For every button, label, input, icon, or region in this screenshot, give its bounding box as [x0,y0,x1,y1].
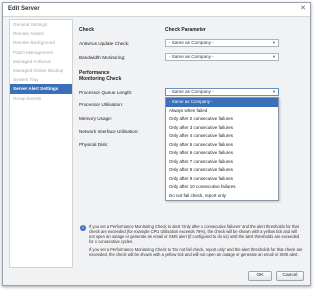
sidebar-item-group-events[interactable]: Group Events [10,94,72,103]
info-icon: i [80,225,86,231]
sidebar-item-remote-background[interactable]: Remote Background [10,38,72,47]
dropdown-option[interactable]: Only after 10 consecutive failures [166,183,278,192]
chevron-down-icon: ▼ [272,89,276,94]
antivirus-update-check-label: Antivirus Update Check: [79,41,130,46]
check-column-header: Check [79,27,95,33]
processor-utilisation-label: Processor Utilisation: [79,102,124,107]
sidebar-item-managed-online-backup[interactable]: Managed Online Backup [10,66,72,75]
antivirus-update-check-value: - Same as Company - [169,40,214,45]
info-note: i If you set a Performance Monitoring Ch… [79,224,303,263]
dialog-title: Edit Server [8,6,40,12]
sidebar-item-system-tray[interactable]: System Tray [10,75,72,84]
dropdown-option[interactable]: Only after 9 consecutive failures [166,175,278,184]
edit-server-dialog: Edit Server ✕ General Settings Remote As… [2,2,311,286]
dropdown-option[interactable]: - Same as Company - [166,98,278,107]
dropdown-option[interactable]: Only after 2 consecutive failures [166,115,278,124]
ok-button[interactable]: OK [248,271,272,281]
dropdown-option[interactable]: Only after 6 consecutive failures [166,149,278,158]
sidebar-item-server-alert-settings[interactable]: Server Alert Settings [10,84,72,94]
sidebar: General Settings Remote Assets Remote Ba… [9,19,73,268]
title-bar: Edit Server ✕ [3,3,310,17]
close-icon[interactable]: ✕ [300,5,306,13]
bandwidth-monitoring-label: Bandwidth Monitoring: [79,55,126,60]
antivirus-update-check-select[interactable]: - Same as Company - ▼ [165,39,279,47]
processor-queue-length-select[interactable]: - Same as Company - ▼ [165,88,279,96]
network-interface-utilisation-label: Network Interface Utilisation: [79,129,139,134]
physical-disk-label: Physical Disk: [79,142,109,147]
chevron-down-icon: ▼ [272,40,276,45]
processor-queue-length-value: - Same as Company - [169,89,214,94]
bandwidth-monitoring-value: - Same as Company - [169,54,214,59]
cancel-button[interactable]: Cancel [276,271,304,281]
dropdown-option[interactable]: Only after 4 consecutive failures [166,132,278,141]
performance-header-line2: Monitoring Check [79,76,122,82]
info-paragraph-2: If you set a Performance Monitoring Chec… [89,247,303,258]
bandwidth-monitoring-select[interactable]: - Same as Company - ▼ [165,53,279,61]
sidebar-item-managed-antivirus[interactable]: Managed Antivirus [10,57,72,66]
sidebar-item-general-settings[interactable]: General Settings [10,20,72,29]
chevron-down-icon: ▼ [272,54,276,59]
dropdown-option[interactable]: Always when failed [166,107,278,116]
processor-queue-length-label: Processor Queue Length: [79,90,133,95]
dropdown-option[interactable]: Only after 5 consecutive failures [166,141,278,150]
memory-usage-label: Memory Usage: [79,116,113,121]
dropdown-option[interactable]: Only after 3 consecutive failures [166,124,278,133]
sidebar-item-patch-management[interactable]: Patch Management [10,48,72,57]
check-parameter-column-header: Check Parameter [165,27,206,33]
info-paragraph-1: If you set a Performance Monitoring Chec… [89,224,300,245]
dropdown-option[interactable]: Do not fail check, report only [166,192,278,201]
dropdown-option[interactable]: Only after 7 consecutive failures [166,158,278,167]
settings-panel: Check Check Parameter Antivirus Update C… [75,19,307,266]
dropdown-option[interactable]: Only after 8 consecutive failures [166,166,278,175]
processor-queue-length-dropdown-list: - Same as Company - Always when failed O… [165,97,279,201]
sidebar-item-remote-assets[interactable]: Remote Assets [10,29,72,38]
